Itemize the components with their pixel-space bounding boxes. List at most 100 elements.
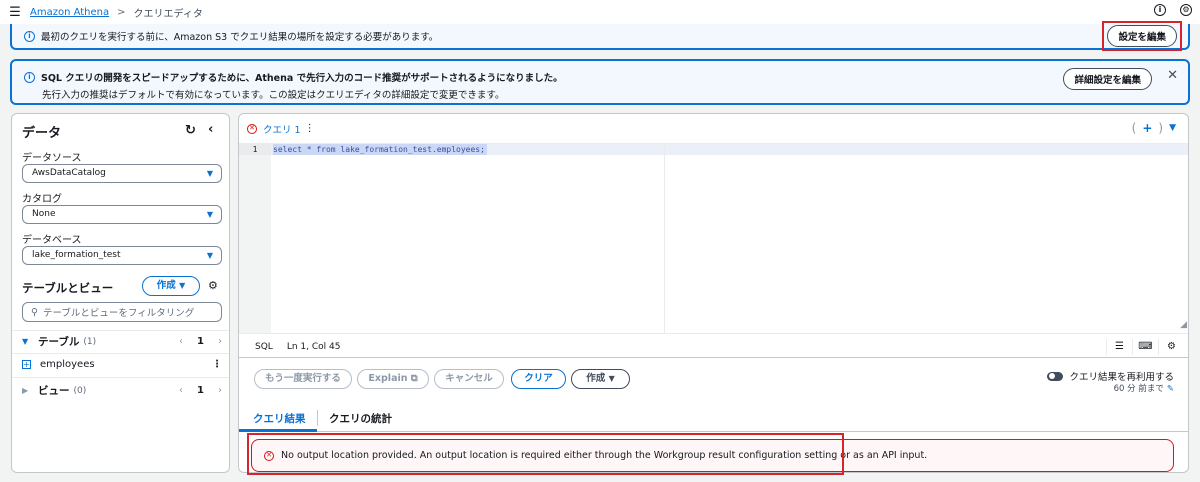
create-button[interactable]: 作成 ▼ <box>142 276 200 296</box>
results-tabs: クエリ結果 クエリの統計 <box>239 402 1188 432</box>
table-filter-input[interactable]: ⚲ テーブルとビューをフィルタリング <box>22 302 222 322</box>
cancel-button[interactable]: キャンセル <box>434 369 504 389</box>
catalog-select[interactable]: None ▼ <box>22 205 222 224</box>
caret-down-icon: ▼ <box>206 251 213 260</box>
tables-views-title: テーブルとビュー <box>22 281 114 295</box>
settings-icon[interactable]: ⚙ <box>1180 4 1192 16</box>
clear-button[interactable]: クリア <box>511 369 566 389</box>
line-number: 1 <box>239 144 271 155</box>
views-pager: ‹ 1 › <box>179 385 222 396</box>
tables-label: テーブル <box>38 336 80 348</box>
chevron-left-icon[interactable]: ‹ <box>179 336 183 347</box>
caret-right-icon: ▶ <box>22 386 29 395</box>
close-icon[interactable]: ✕ <box>1167 68 1178 83</box>
reuse-label: クエリ結果を再利用する <box>1069 372 1174 383</box>
data-source-value: AwsDataCatalog <box>32 168 106 178</box>
run-again-button[interactable]: もう一度実行する <box>254 369 352 389</box>
expand-icon[interactable]: + <box>22 360 31 369</box>
highlight-frame <box>247 433 844 475</box>
info-icon: i <box>24 30 35 42</box>
suggestion-alert-title: SQL クエリの開発をスピードアップするために、Athena で先行入力のコード… <box>41 73 563 84</box>
data-panel: データ ↻ ‹ データソース AwsDataCatalog ▼ カタログ Non… <box>11 113 230 473</box>
create-label: 作成 <box>586 373 606 384</box>
tab-query-1[interactable]: クエリ 1 <box>263 122 301 136</box>
tab-query-stats[interactable]: クエリの統計 <box>329 411 392 426</box>
add-tab-icon[interactable]: + <box>1142 121 1152 135</box>
format-icon[interactable]: ☰ <box>1106 339 1132 355</box>
reuse-results-toggle[interactable]: クエリ結果を再利用する <box>1047 369 1174 383</box>
chevron-right-icon[interactable]: › <box>218 385 222 396</box>
chevron-right-icon[interactable]: › <box>218 336 222 347</box>
caret-down-icon: ▼ <box>608 374 615 383</box>
gear-icon[interactable]: ⚙ <box>1158 339 1184 355</box>
cursor-position: Ln 1, Col 45 <box>286 341 341 352</box>
highlight-frame: 設定を編集 <box>1102 21 1182 51</box>
code-area[interactable]: 1 select * from lake_formation_test.empl… <box>239 144 1188 333</box>
gear-icon[interactable]: ⚙ <box>208 279 218 292</box>
info-icon[interactable]: i <box>1154 4 1166 16</box>
divider <box>12 353 229 354</box>
database-select[interactable]: lake_formation_test ▼ <box>22 246 222 265</box>
edit-settings-button[interactable]: 設定を編集 <box>1107 25 1177 47</box>
filter-placeholder: テーブルとビューをフィルタリング <box>42 308 195 319</box>
table-item-employees[interactable]: + employees ⋮ <box>22 359 222 370</box>
breadcrumb-athena[interactable]: Amazon Athena <box>30 7 109 18</box>
scroll-right-icon[interactable]: ) <box>1158 121 1163 135</box>
menu-icon[interactable]: ☰ <box>0 5 30 20</box>
database-label: データベース <box>22 235 82 246</box>
explain-label: Explain <box>368 373 408 384</box>
tables-pager: ‹ 1 › <box>179 336 222 347</box>
resize-handle-icon[interactable]: ◢ <box>1180 320 1187 330</box>
setup-alert-message: 最初のクエリを実行する前に、Amazon S3 でクエリ結果の場所を設定する必要… <box>41 32 439 43</box>
more-options-icon[interactable]: ⋮ <box>305 123 315 134</box>
tab-query-results[interactable]: クエリ結果 <box>253 411 306 426</box>
caret-down-icon: ▼ <box>22 337 29 346</box>
scroll-left-icon[interactable]: ( <box>1132 121 1137 135</box>
data-source-label: データソース <box>22 153 82 164</box>
create-button-label: 作成 <box>156 280 176 291</box>
toggle-switch[interactable] <box>1047 371 1064 381</box>
setup-alert: i 最初のクエリを実行する前に、Amazon S3 でクエリ結果の場所を設定する… <box>10 21 1190 51</box>
caret-down-icon: ▼ <box>206 169 213 178</box>
actions-results-panel: もう一度実行する Explain ⧉ キャンセル クリア 作成 ▼ クエリ結果を… <box>238 358 1189 475</box>
tables-page-number[interactable]: 1 <box>197 336 204 347</box>
suggestion-alert: i SQL クエリの開発をスピードアップするために、Athena で先行入力のコ… <box>10 59 1190 105</box>
divider <box>12 330 229 331</box>
tab-separator <box>317 410 318 426</box>
views-section-header[interactable]: ▶ ビュー (0) ‹ 1 › <box>22 383 222 398</box>
print-margin <box>664 144 665 333</box>
views-page-number[interactable]: 1 <box>197 385 204 396</box>
line-gutter <box>239 144 271 333</box>
error-icon: ✕ <box>247 123 257 134</box>
reuse-age-label: 60 分 前まで <box>1113 384 1164 394</box>
code-line[interactable]: select * from lake_formation_test.employ… <box>273 144 487 155</box>
catalog-label: カタログ <box>22 194 62 205</box>
language-label: SQL <box>255 341 273 352</box>
chevron-left-icon[interactable]: ‹ <box>208 122 213 137</box>
edit-advanced-settings-button[interactable]: 詳細設定を編集 <box>1063 68 1152 90</box>
external-link-icon: ⧉ <box>410 373 418 384</box>
tables-section-header[interactable]: ▼ テーブル (1) ‹ 1 › <box>22 334 222 349</box>
data-panel-title: データ <box>22 126 62 141</box>
info-icon: i <box>24 71 35 83</box>
chevron-left-icon[interactable]: ‹ <box>179 385 183 396</box>
create-button[interactable]: 作成 ▼ <box>571 369 630 389</box>
caret-down-icon[interactable]: ▼ <box>1169 123 1176 133</box>
active-tab-indicator <box>239 429 317 432</box>
breadcrumb-separator: > <box>117 6 126 18</box>
pencil-icon[interactable]: ✎ <box>1167 384 1174 394</box>
more-options-icon[interactable]: ⋮ <box>212 359 222 370</box>
data-source-select[interactable]: AwsDataCatalog ▼ <box>22 164 222 183</box>
editor-status-bar: SQL Ln 1, Col 45 ☰ ⌨ ⚙ <box>239 333 1188 357</box>
breadcrumb-current: クエリエディタ <box>133 8 203 20</box>
catalog-value: None <box>32 209 56 219</box>
divider <box>12 377 229 378</box>
query-tab-bar: ✕ クエリ 1 ⋮ ( + ) ▼ <box>239 114 1188 144</box>
suggestion-alert-body: 先行入力の推奨はデフォルトで有効になっています。この設定はクエリエディタの詳細設… <box>42 90 505 101</box>
search-icon: ⚲ <box>31 306 38 318</box>
views-count: (0) <box>73 385 87 396</box>
explain-button[interactable]: Explain ⧉ <box>357 369 429 389</box>
tables-count: (1) <box>83 336 97 347</box>
refresh-icon[interactable]: ↻ <box>185 123 196 138</box>
keyboard-icon[interactable]: ⌨ <box>1132 339 1158 355</box>
